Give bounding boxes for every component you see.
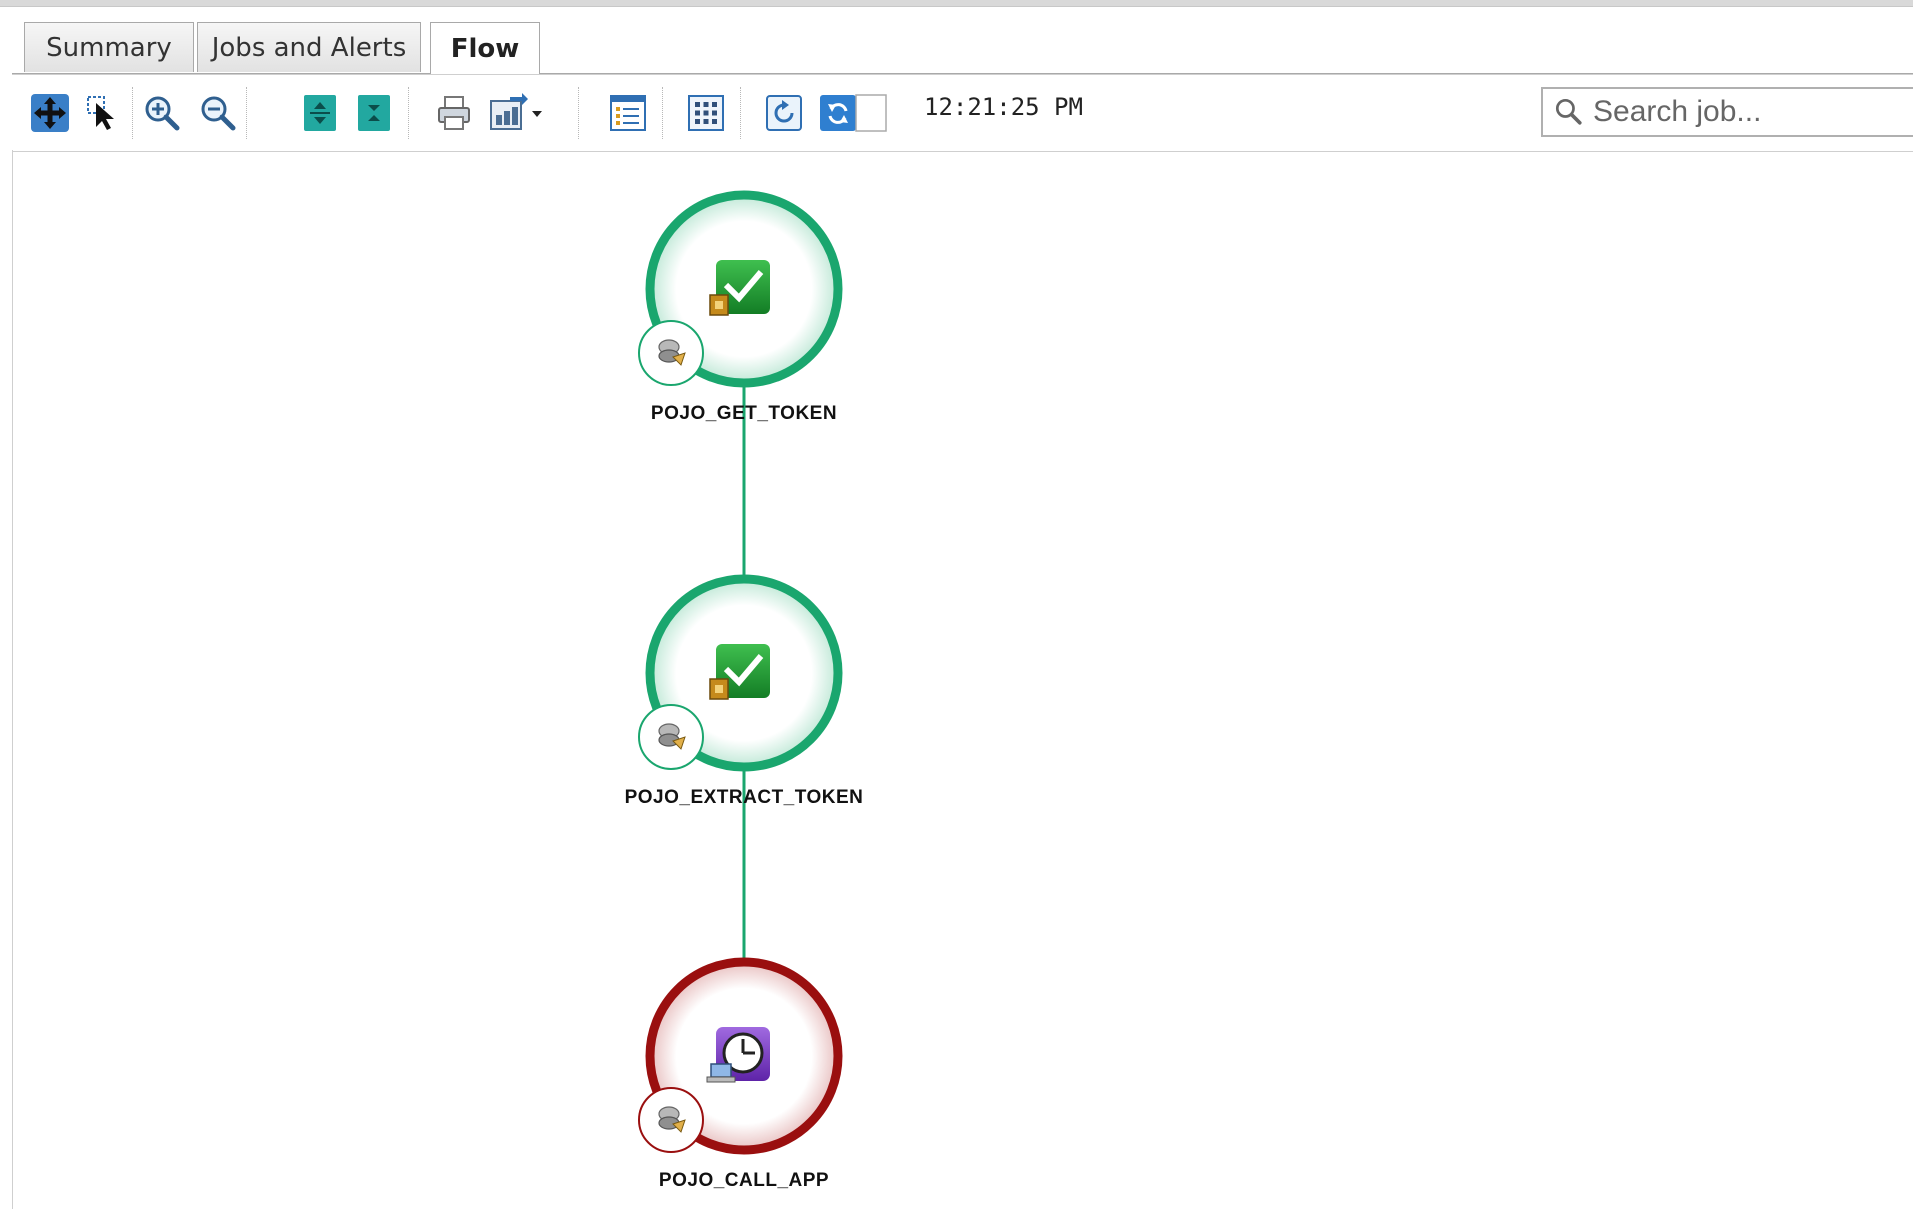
search-icon xyxy=(1555,98,1582,125)
zoom-in-icon xyxy=(145,96,180,131)
auto-refresh-toggle[interactable] xyxy=(818,93,888,133)
zoom-out-button[interactable] xyxy=(198,93,238,133)
toolbar-separator xyxy=(662,87,663,139)
list-view-button[interactable] xyxy=(608,93,648,133)
auto-refresh-icon xyxy=(820,94,887,132)
search-input[interactable] xyxy=(1593,95,1893,129)
node-label[interactable]: POJO_EXTRACT_TOKEN xyxy=(594,787,894,809)
flow-canvas[interactable]: POJO_GET_TOKEN POJO_EXTRACT_TOKEN POJO_C… xyxy=(13,151,1913,1209)
current-time: 12:21:25 PM xyxy=(924,93,1083,121)
pan-button[interactable] xyxy=(30,93,70,133)
export-icon xyxy=(490,93,542,130)
toolbar-separator xyxy=(132,87,133,139)
export-dropdown-button[interactable] xyxy=(488,93,548,133)
agent-badge-icon xyxy=(638,320,704,386)
toolbar-separator xyxy=(408,87,409,139)
tab-flow[interactable]: Flow xyxy=(430,22,540,74)
clock-job-icon xyxy=(706,1027,770,1083)
grid-view-button[interactable] xyxy=(686,93,726,133)
zoom-out-icon xyxy=(201,96,236,131)
toolbar-separator xyxy=(740,87,741,139)
flow-diagram xyxy=(638,190,843,1155)
expand-vertical-button[interactable] xyxy=(300,93,340,133)
flow-node-pojo-extract-token[interactable] xyxy=(638,574,843,772)
checkmark-job-icon xyxy=(709,260,770,316)
search-box[interactable] xyxy=(1541,87,1913,137)
agent-badge-icon xyxy=(638,704,704,770)
select-button[interactable] xyxy=(84,93,124,133)
tab-summary[interactable]: Summary xyxy=(24,22,194,72)
checkmark-job-icon xyxy=(709,644,770,700)
grid-view-icon xyxy=(688,95,724,131)
list-view-icon xyxy=(610,95,646,131)
select-icon xyxy=(87,96,114,130)
flow-node-pojo-get-token[interactable] xyxy=(638,190,843,388)
print-button[interactable] xyxy=(434,93,474,133)
tab-jobs-and-alerts[interactable]: Jobs and Alerts xyxy=(197,22,421,72)
collapse-vertical-button[interactable] xyxy=(354,93,394,133)
toolbar-separator xyxy=(246,87,247,139)
top-strip xyxy=(0,0,1913,7)
toolbar: 12:21:25 PM xyxy=(12,74,1913,152)
tab-bar: Summary Jobs and Alerts Flow xyxy=(12,18,1913,74)
node-label[interactable]: POJO_GET_TOKEN xyxy=(594,403,894,425)
collapse-vertical-icon xyxy=(358,95,390,131)
print-icon xyxy=(438,96,470,130)
refresh-icon xyxy=(766,95,802,131)
zoom-in-button[interactable] xyxy=(142,93,182,133)
flow-node-pojo-call-app[interactable] xyxy=(638,957,843,1155)
agent-badge-icon xyxy=(638,1087,704,1153)
toolbar-separator xyxy=(578,87,579,139)
expand-vertical-icon xyxy=(304,95,336,131)
refresh-button[interactable] xyxy=(764,93,804,133)
pan-icon xyxy=(31,94,69,132)
node-label[interactable]: POJO_CALL_APP xyxy=(594,1170,894,1192)
